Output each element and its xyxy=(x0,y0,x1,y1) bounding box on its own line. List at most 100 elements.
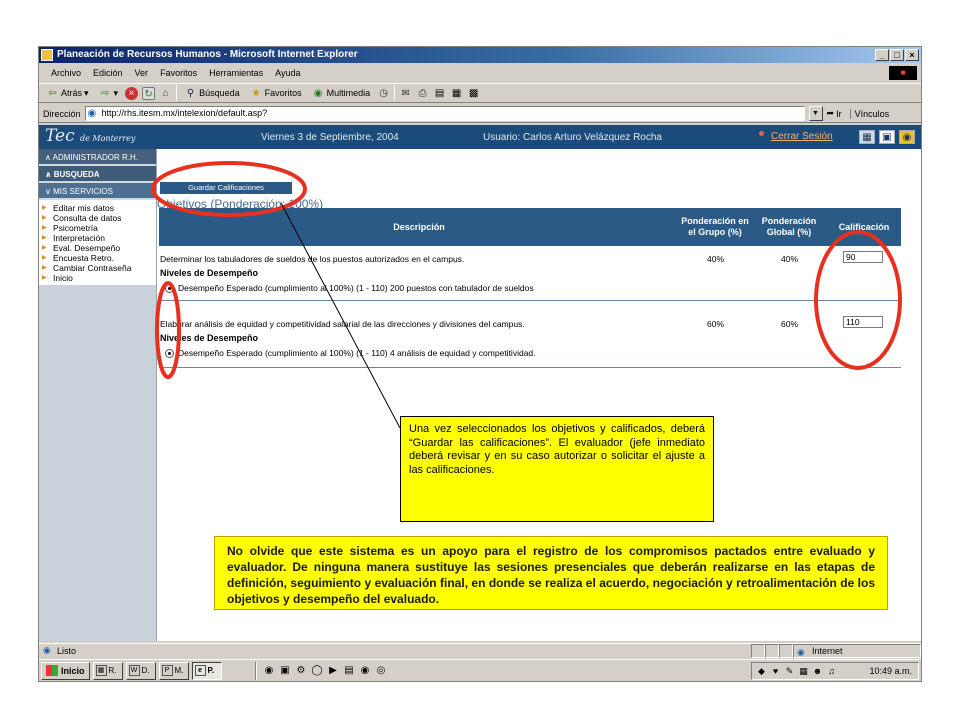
forward-button[interactable]: ⇨ ▾ xyxy=(96,87,122,100)
history-icon[interactable]: ◷ xyxy=(377,87,390,100)
links-button[interactable]: Vínculos xyxy=(849,108,894,119)
ie-quicklaunch-icon[interactable]: ◉ xyxy=(263,664,276,677)
sidebar-item-editar-datos[interactable]: Editar mis datos xyxy=(39,203,156,213)
table-header: Descripción Ponderación en el Grupo (%) … xyxy=(159,208,901,246)
desktop-icon[interactable]: ▣ xyxy=(279,664,292,677)
tools-icon[interactable]: ⚙ xyxy=(295,664,308,677)
refresh-icon[interactable]: ↻ xyxy=(142,86,156,100)
row-divider xyxy=(159,367,901,368)
toolbar-separator xyxy=(394,85,396,101)
group-weight-value: 60% xyxy=(707,319,725,329)
menu-ayuda[interactable]: Ayuda xyxy=(269,65,306,81)
score-input[interactable]: 110 xyxy=(843,316,883,328)
menu-ver[interactable]: Ver xyxy=(129,65,155,81)
sidebar-item-psicometria[interactable]: Psicometría xyxy=(39,223,156,233)
print-icon[interactable]: ⎙ xyxy=(416,87,429,100)
address-input[interactable]: ◉ http://rhs.itesm.mx/intelexion/default… xyxy=(84,106,805,121)
search-button[interactable]: ⚲ Búsqueda xyxy=(181,87,243,100)
sidebar-item-cambiar-contrasena[interactable]: Cambiar Contraseña xyxy=(39,263,156,273)
sidebar-section-label: ADMINISTRADOR R.H. xyxy=(52,153,138,162)
sidebar-item-encuesta-retro[interactable]: Encuesta Retro. xyxy=(39,253,156,263)
minimize-button[interactable]: _ xyxy=(875,49,889,61)
sync-icon[interactable]: ◎ xyxy=(375,664,388,677)
score-input[interactable]: 90 xyxy=(843,251,883,263)
radio-selected-icon[interactable] xyxy=(165,283,174,293)
start-button[interactable]: Inicio xyxy=(41,661,90,680)
tray-app-icon[interactable]: ◆ xyxy=(756,666,767,677)
logo-sub: de Monterrey xyxy=(80,134,136,143)
row-divider xyxy=(159,300,901,301)
taskbar-button-m[interactable]: P M. xyxy=(158,661,189,680)
radio-selected-icon[interactable] xyxy=(165,348,174,358)
performance-level-option[interactable]: Desempeño Esperado (cumplimiento al 100%… xyxy=(165,283,534,293)
network-icon[interactable]: ▦ xyxy=(859,130,875,144)
taskbar-button-label: M. xyxy=(174,666,184,675)
discuss-icon[interactable]: ▦ xyxy=(450,87,463,100)
globe-icon: ◉ xyxy=(797,647,805,657)
sidebar-item-interpretacion[interactable]: Interpretación xyxy=(39,233,156,243)
taskbar-button-p[interactable]: e P. xyxy=(191,661,222,680)
sidebar-item-consulta-datos[interactable]: Consulta de datos xyxy=(39,213,156,223)
browser-icon[interactable]: ◉ xyxy=(359,664,372,677)
objective-description: Elaborar análisis de equidad y competiti… xyxy=(160,319,525,329)
performance-level-label: Desempeño Esperado (cumplimiento al 100%… xyxy=(178,348,536,358)
edit-icon[interactable]: ▤ xyxy=(433,87,446,100)
media-quicklaunch-icon[interactable]: ◯ xyxy=(311,664,324,677)
quicklaunch-separator xyxy=(254,661,257,680)
sidebar-section-admin[interactable]: ∧ ADMINISTRADOR R.H. xyxy=(39,149,156,166)
callout-note: Una vez seleccionados los objetivos y ca… xyxy=(400,416,714,522)
tray-volume-icon[interactable]: ♫ xyxy=(826,666,837,677)
title-bar[interactable]: Planeación de Recursos Humanos - Microso… xyxy=(39,47,921,63)
sidebar-section-mis-servicios[interactable]: ∨ MIS SERVICIOS xyxy=(39,183,156,200)
status-text: Listo xyxy=(57,645,77,656)
maximize-button[interactable]: □ xyxy=(890,49,904,61)
mail-icon[interactable]: ✉ xyxy=(399,87,412,100)
ie-app-icon xyxy=(41,49,53,61)
levels-heading: Niveles de Desempeño xyxy=(160,268,259,278)
window-icon[interactable]: ▣ xyxy=(879,130,895,144)
stop-icon[interactable]: × xyxy=(125,86,139,100)
performance-level-label: Desempeño Esperado (cumplimiento al 100%… xyxy=(178,283,534,293)
play-icon[interactable]: ▶ xyxy=(327,664,340,677)
taskbar-button-r[interactable]: ▦ R. xyxy=(92,661,123,680)
menu-archivo[interactable]: Archivo xyxy=(45,65,87,81)
group-weight-value: 40% xyxy=(707,254,725,264)
save-scores-button[interactable]: Guardar Calificaciones xyxy=(160,182,292,194)
back-button[interactable]: ⇦ Atrás ▾ xyxy=(43,87,92,100)
menu-favoritos[interactable]: Favoritos xyxy=(154,65,203,81)
tray-shield-icon[interactable]: ♥ xyxy=(770,666,781,677)
messenger-icon[interactable]: ▩ xyxy=(467,87,480,100)
sidebar-item-eval-desempeno[interactable]: Eval. Desempeño xyxy=(39,243,156,253)
menu-edicion[interactable]: Edición xyxy=(87,65,129,81)
go-button[interactable]: ➦ Ir xyxy=(827,108,842,119)
chevron-down-icon[interactable]: ▾ xyxy=(114,88,119,99)
global-weight-value: 40% xyxy=(781,254,799,264)
tray-user-icon[interactable]: ☻ xyxy=(812,666,823,677)
home-icon[interactable]: ⌂ xyxy=(159,87,172,100)
taskbar-button-d[interactable]: W D. xyxy=(125,661,156,680)
tray-pen-icon[interactable]: ✎ xyxy=(784,666,795,677)
tray-network-icon[interactable]: ▦ xyxy=(798,666,809,677)
folder-icon[interactable]: ▤ xyxy=(343,664,356,677)
address-dropdown-button[interactable]: ▼ xyxy=(808,106,823,121)
performance-level-option[interactable]: Desempeño Esperado (cumplimiento al 100%… xyxy=(165,348,536,358)
tec-logo: Tec de Monterrey xyxy=(45,126,135,146)
window-controls: _ □ × xyxy=(875,49,919,61)
help-icon[interactable]: ◉ xyxy=(899,130,915,144)
menu-bar: Archivo Edición Ver Favoritos Herramient… xyxy=(39,65,921,81)
logout-link[interactable]: Cerrar Sesión xyxy=(771,131,833,142)
taskbar: Inicio ▦ R. W D. P M. e P. ◉ ▣ ⚙ ◯ ▶ ▤ ◉… xyxy=(39,659,921,681)
menu-herramientas[interactable]: Herramientas xyxy=(203,65,269,81)
sidebar-item-inicio[interactable]: Inicio xyxy=(39,273,156,283)
taskbar-button-label: P. xyxy=(207,666,215,675)
favorites-button[interactable]: ★ Favoritos xyxy=(247,87,305,100)
close-button[interactable]: × xyxy=(905,49,919,61)
sidebar-section-busqueda[interactable]: ∧ BUSQUEDA xyxy=(39,166,156,183)
windows-flag-icon: ■ xyxy=(889,66,917,80)
address-label: Dirección xyxy=(43,108,81,119)
page-icon: ◉ xyxy=(87,108,97,119)
media-button[interactable]: ◉ Multimedia xyxy=(309,87,374,100)
favorites-label: Favoritos xyxy=(264,88,302,98)
chevron-down-icon[interactable]: ▾ xyxy=(84,88,89,99)
word-icon: W xyxy=(128,665,140,676)
